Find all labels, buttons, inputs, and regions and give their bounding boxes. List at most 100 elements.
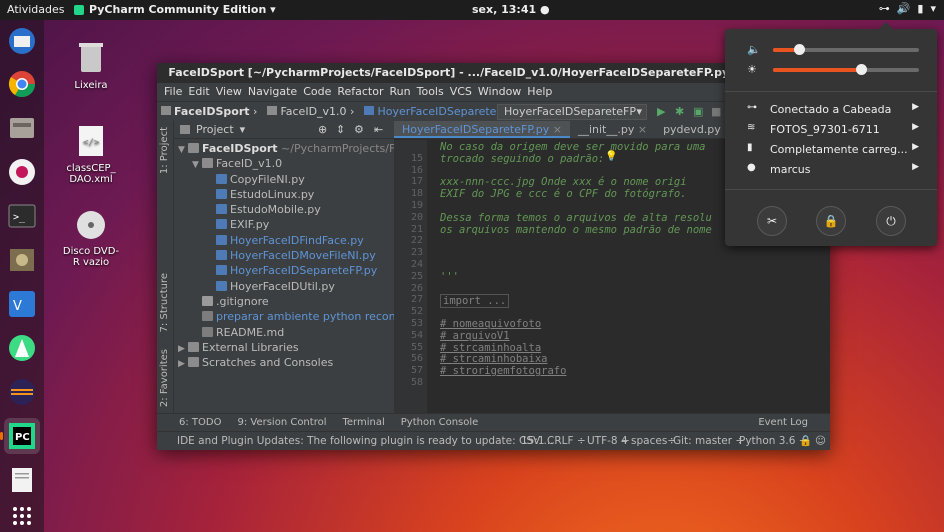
menu-code[interactable]: Code — [300, 83, 334, 101]
tree-prep-file[interactable]: preparar ambiente python reconhecim — [174, 309, 394, 324]
volume-slider[interactable] — [773, 44, 919, 55]
breadcrumb-project[interactable]: FaceIDSport › — [161, 105, 257, 118]
tree-file[interactable]: CopyFileNI.py — [174, 172, 394, 187]
show-apps-icon[interactable] — [4, 498, 40, 532]
system-tray[interactable]: ⊶ 🔊 ▮ ▾ — [879, 2, 936, 15]
collapse-icon[interactable]: ⇕ — [336, 123, 345, 136]
chevron-down-icon[interactable]: ▾ — [240, 123, 246, 136]
text-editor-icon[interactable] — [4, 462, 40, 498]
gear-icon[interactable]: ⚙ — [354, 123, 364, 136]
thunderbird-icon[interactable] — [4, 23, 40, 59]
close-icon[interactable]: × — [638, 123, 647, 136]
structure-tool-tab[interactable]: 7: Structure — [159, 273, 170, 332]
tree-file[interactable]: HoyerFaceIDSepareteFP.py — [174, 263, 394, 278]
menu-vcs[interactable]: VCS — [447, 83, 475, 101]
volume-slider-knob[interactable] — [794, 44, 806, 55]
expand-arrow-icon[interactable]: ▶ — [178, 357, 188, 372]
event-log-tool-button[interactable]: Event Log — [758, 414, 808, 432]
user-item[interactable]: ● marcus ▶ — [747, 162, 919, 178]
run-icon[interactable]: ▶ — [657, 105, 665, 118]
menu-tools[interactable]: Tools — [414, 83, 447, 101]
hide-icon[interactable]: ⇤ — [374, 123, 383, 136]
vscode-icon[interactable]: V — [4, 286, 40, 322]
tree-readme[interactable]: README.md — [174, 325, 394, 340]
settings-button[interactable]: ✂ — [757, 206, 787, 236]
trash-desktop-icon[interactable]: Lixeira — [53, 40, 129, 91]
code-line[interactable]: # strcaminhobaixa — [440, 353, 547, 365]
code-line[interactable]: # nomeaquivofoto — [440, 318, 541, 330]
python-interpreter[interactable]: Python 3.6 ÷ — [739, 432, 808, 450]
tree-root[interactable]: ▼FaceIDSport ~/PycharmProjects/FaceID — [174, 141, 394, 156]
activities-button[interactable]: Atividades — [7, 3, 64, 16]
tree-file[interactable]: HoyerFaceIDFindFace.py — [174, 233, 394, 248]
terminal-icon[interactable]: >_ — [4, 198, 40, 234]
code-line[interactable]: xxx-nnn-ccc.jpg Onde xxx é o nome origi — [440, 176, 687, 188]
project-tool-tab[interactable]: 1: Project — [159, 127, 170, 174]
tab-init[interactable]: __init__.py × — [570, 121, 655, 138]
favorites-tool-tab[interactable]: 2: Favorites — [159, 349, 170, 407]
lock-button[interactable]: 🔒 — [816, 206, 846, 236]
code-line[interactable]: os arquivos mantendo o mesmo padrão de n… — [440, 224, 712, 236]
close-icon[interactable]: × — [553, 123, 562, 136]
eclipse-icon[interactable] — [4, 374, 40, 410]
clock[interactable]: sex, 13:41 ● — [472, 3, 550, 16]
code-line[interactable]: Dessa forma temos o arquivos de alta res… — [440, 212, 712, 224]
todo-tool-button[interactable]: 6: TODO — [179, 414, 221, 431]
tree-file[interactable]: EstudoMobile.py — [174, 202, 394, 217]
tab-hoyerfaceidseparetefp[interactable]: HoyerFaceIDSepareteFP.py × — [394, 121, 570, 138]
android-studio-icon[interactable] — [4, 330, 40, 366]
tree-file[interactable]: HoyerFaceIDUtil.py — [174, 279, 394, 294]
tree-external-libraries[interactable]: ▶ External Libraries — [174, 340, 394, 355]
code-line[interactable]: # arquivoV1 — [440, 330, 510, 342]
lock-icon[interactable]: 🔒 — [799, 432, 812, 450]
stop-icon[interactable]: ■ — [711, 105, 721, 118]
tree-gitignore[interactable]: .gitignore — [174, 294, 394, 309]
tree-file[interactable]: HoyerFaceIDMoveFileNI.py — [174, 248, 394, 263]
battery-item[interactable]: ▮ Completamente carreg... ▶ — [747, 142, 919, 158]
code-line[interactable]: EXIF do JPG e ccc é o CPF do fotógrafo. — [440, 188, 687, 200]
lightbulb-icon[interactable]: 💡 — [605, 151, 617, 162]
tree-file[interactable]: EstudoLinux.py — [174, 187, 394, 202]
code-line[interactable]: No caso da origem deve ser movido para u… — [440, 141, 706, 153]
coverage-icon[interactable]: ▣ — [693, 105, 703, 118]
power-button[interactable]: ⏻ — [876, 206, 906, 236]
menu-view[interactable]: View — [213, 83, 245, 101]
games-icon[interactable] — [4, 242, 40, 278]
code-line[interactable]: # strorigemfotografo — [440, 365, 566, 377]
code-line[interactable]: import ... — [440, 294, 510, 309]
dvd-desktop-icon[interactable]: Disco DVD- R vazio — [53, 210, 129, 268]
terminal-tool-button[interactable]: Terminal — [342, 414, 384, 431]
python-console-tool-button[interactable]: Python Console — [401, 414, 479, 431]
brightness-slider-knob[interactable] — [855, 64, 867, 75]
debug-icon[interactable]: ✱ — [675, 105, 684, 118]
indent-setting[interactable]: 4 spaces÷ — [621, 432, 676, 450]
menu-refactor[interactable]: Refactor — [334, 83, 386, 101]
chrome-icon[interactable] — [4, 66, 40, 102]
status-message[interactable]: IDE and Plugin Updates: The following pl… — [177, 432, 554, 450]
code-line[interactable]: # strcaminhoalta — [440, 342, 541, 354]
run-configuration-select[interactable]: HoyerFaceIDSepareteFP ▾ — [497, 104, 647, 120]
git-branch[interactable]: Git: master ÷ — [673, 432, 744, 450]
locate-icon[interactable]: ⊕ — [318, 123, 327, 136]
menu-help[interactable]: Help — [524, 83, 555, 101]
version-control-tool-button[interactable]: 9: Version Control — [237, 414, 326, 431]
brightness-slider[interactable] — [773, 64, 919, 75]
code-line[interactable]: trocado seguindo o padrão: — [440, 153, 604, 165]
project-view-select[interactable]: Project — [196, 123, 234, 136]
tree-folder[interactable]: ▼ FaceID_v1.0 — [174, 156, 394, 171]
menu-edit[interactable]: Edit — [185, 83, 212, 101]
wired-network-item[interactable]: ⊶ Conectado a Cabeada ▶ — [747, 102, 919, 118]
app-menu[interactable]: PyCharm Community Edition ▾ — [89, 3, 276, 16]
inspector-icon[interactable]: ☺ — [815, 432, 826, 450]
code-line[interactable]: ''' — [440, 271, 459, 283]
menu-navigate[interactable]: Navigate — [245, 83, 300, 101]
menu-run[interactable]: Run — [387, 83, 414, 101]
files-icon[interactable] — [4, 110, 40, 146]
xml-file-desktop-icon[interactable]: </> classCEP_ DAO.xml — [53, 125, 129, 185]
breadcrumb-folder[interactable]: FaceID_v1.0 › — [267, 105, 354, 118]
menu-file[interactable]: File — [161, 83, 185, 101]
tree-file[interactable]: EXIF.py — [174, 217, 394, 232]
tree-scratches[interactable]: ▶ Scratches and Consoles — [174, 355, 394, 370]
wifi-item[interactable]: ≋ FOTOS_97301-6711 ▶ — [747, 122, 919, 138]
line-separator[interactable]: CRLF ÷ — [547, 432, 586, 450]
